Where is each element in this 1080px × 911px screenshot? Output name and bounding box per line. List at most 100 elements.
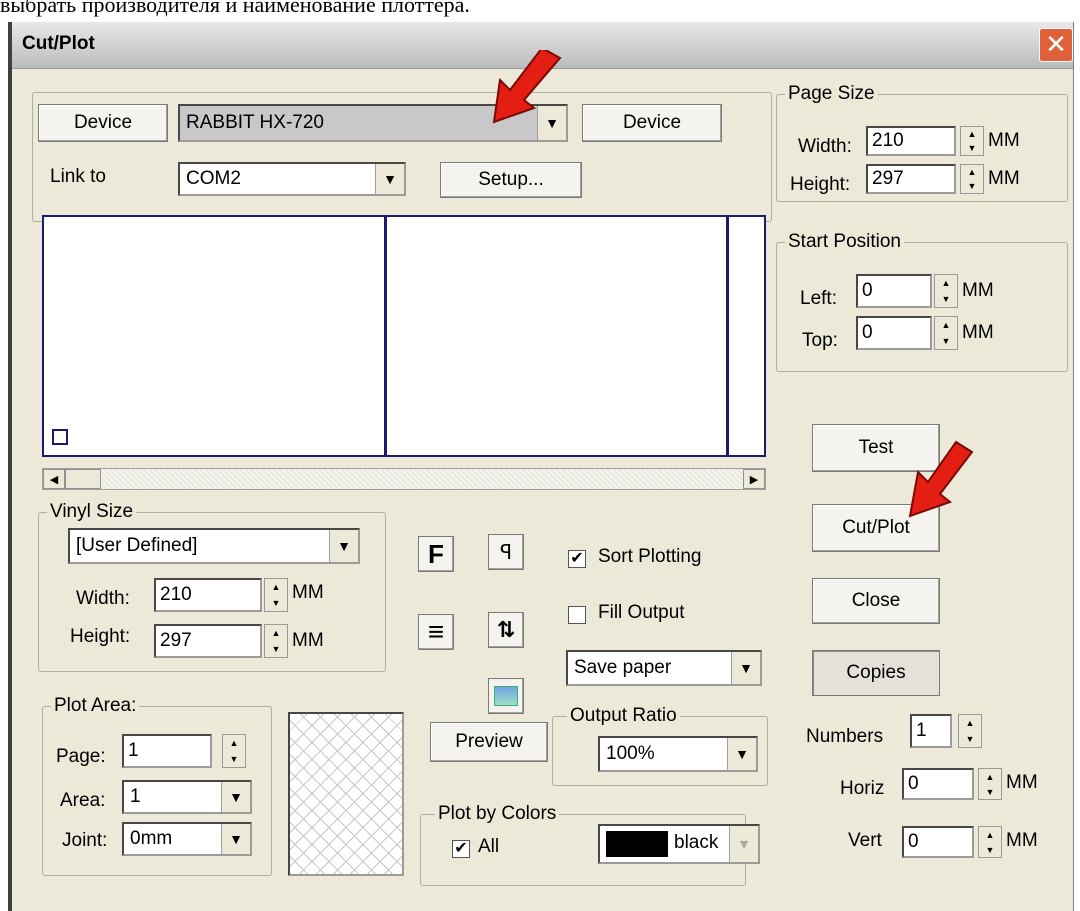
rotate-icon[interactable]: ⇅ [488, 612, 524, 648]
start-top-spinner[interactable]: ▲ ▼ [934, 316, 958, 350]
vinyl-height-input[interactable]: 297 [154, 624, 262, 658]
color-swatch [606, 831, 668, 857]
start-left-label: Left: [800, 288, 837, 309]
copies-button[interactable]: Copies [812, 650, 940, 696]
start-top-unit: MM [962, 322, 994, 343]
hatch-preview [288, 712, 404, 876]
chevron-down-icon[interactable]: ▼ [221, 782, 250, 812]
close-icon[interactable]: ✕ [1039, 28, 1073, 62]
preview-button[interactable]: Preview [430, 722, 548, 762]
page-width-spinner[interactable]: ▲ ▼ [960, 126, 984, 156]
start-left-spinner[interactable]: ▲ ▼ [934, 274, 958, 308]
origin-marker [52, 429, 68, 445]
vinyl-width-unit: MM [292, 582, 324, 603]
page-size-label: Page Size [785, 83, 878, 105]
sort-plotting-label: Sort Plotting [598, 546, 702, 567]
chevron-down-icon[interactable]: ▼ [729, 826, 758, 862]
port-select[interactable]: COM2 ▼ [178, 162, 406, 196]
joint-label: Joint: [62, 830, 108, 851]
horiz-spinner[interactable]: ▲ ▼ [978, 768, 1002, 800]
start-left-input[interactable]: 0 [856, 274, 932, 308]
page-width-input[interactable]: 210 [866, 126, 956, 156]
fill-output-checkbox[interactable] [568, 606, 586, 624]
area-value: 1 [130, 786, 141, 807]
layout-preview-canvas[interactable] [42, 215, 766, 457]
vert-input[interactable]: 0 [902, 826, 974, 858]
joint-value: 0mm [130, 828, 173, 849]
area-select[interactable]: 1 ▼ [122, 780, 252, 814]
numbers-input[interactable]: 1 [910, 714, 952, 748]
vinyl-size-label: Vinyl Size [47, 501, 137, 523]
page-height-input[interactable]: 297 [866, 164, 956, 194]
save-paper-select[interactable]: Save paper ▼ [566, 650, 762, 686]
page-width-label: Width: [798, 136, 852, 157]
vinyl-width-label: Width: [76, 588, 130, 609]
vinyl-preset-select[interactable]: [User Defined] ▼ [68, 528, 360, 564]
joint-select[interactable]: 0mm ▼ [122, 822, 252, 856]
caption-text: выбрать производителя и наименование пло… [0, 0, 470, 17]
image-icon[interactable] [488, 678, 524, 714]
all-colors-checkbox[interactable]: ✔ [452, 840, 470, 858]
plot-area-label: Plot Area: [51, 695, 140, 717]
scroll-right-icon[interactable]: ▶ [743, 469, 765, 489]
chevron-down-icon[interactable]: ▼ [329, 530, 358, 562]
horiz-unit: MM [1006, 772, 1038, 793]
start-top-input[interactable]: 0 [856, 316, 932, 350]
page-input[interactable]: 1 [122, 734, 212, 768]
output-ratio-select[interactable]: 100% ▼ [598, 736, 758, 772]
area-label: Area: [60, 790, 106, 811]
color-name: black [674, 832, 719, 853]
horiz-input[interactable]: 0 [902, 768, 974, 800]
annotation-arrow-icon [492, 50, 562, 124]
save-paper-value: Save paper [574, 657, 672, 678]
numbers-spinner[interactable]: ▲ ▼ [958, 714, 982, 748]
vinyl-height-label: Height: [70, 626, 131, 647]
setup-button[interactable]: Setup... [440, 162, 582, 198]
chevron-down-icon[interactable]: ▼ [375, 164, 404, 194]
page-divider [726, 217, 729, 455]
page-label: Page: [56, 746, 106, 767]
page-width-unit: MM [988, 130, 1020, 151]
vinyl-preset-value: [User Defined] [76, 535, 198, 556]
link-to-label: Link to [50, 166, 106, 187]
numbers-label: Numbers [806, 726, 884, 747]
page-height-unit: MM [988, 168, 1020, 189]
vinyl-width-spinner[interactable]: ▲ ▼ [264, 578, 288, 612]
color-select[interactable]: black ▼ [598, 824, 760, 864]
scroll-thumb[interactable] [65, 469, 101, 489]
vinyl-height-unit: MM [292, 630, 324, 651]
fill-output-label: Fill Output [598, 602, 685, 623]
start-position-label: Start Position [785, 231, 904, 253]
output-ratio-label: Output Ratio [567, 705, 680, 727]
annotation-arrow-icon [908, 440, 974, 518]
page-spinner[interactable]: ▲ ▼ [222, 734, 246, 768]
scroll-left-icon[interactable]: ◀ [43, 469, 65, 489]
close-button[interactable]: Close [812, 578, 940, 624]
dialog-title: Cut/Plot [22, 33, 95, 54]
device-button-left[interactable]: Device [38, 104, 168, 142]
chevron-down-icon[interactable]: ▼ [221, 824, 250, 854]
mirror-icon[interactable]: ꟼ [488, 534, 524, 570]
page-divider [384, 217, 387, 455]
align-icon[interactable]: ≡ [418, 614, 454, 650]
all-colors-label: All [478, 836, 500, 857]
chevron-down-icon[interactable]: ▼ [731, 652, 760, 684]
page-height-spinner[interactable]: ▲ ▼ [960, 164, 984, 194]
vert-unit: MM [1006, 830, 1038, 851]
vert-spinner[interactable]: ▲ ▼ [978, 826, 1002, 858]
vinyl-height-spinner[interactable]: ▲ ▼ [264, 624, 288, 658]
horiz-label: Horiz [840, 778, 885, 799]
device-button-right[interactable]: Device [582, 104, 722, 142]
start-left-unit: MM [962, 280, 994, 301]
page-height-label: Height: [790, 174, 851, 195]
output-ratio-value: 100% [606, 743, 655, 764]
port-value: COM2 [186, 168, 241, 189]
sort-plotting-checkbox[interactable]: ✔ [568, 550, 586, 568]
vert-label: Vert [848, 830, 882, 851]
horizontal-scrollbar[interactable]: ◀ ▶ [42, 468, 766, 490]
device-model-value: RABBIT HX-720 [186, 112, 324, 133]
chevron-down-icon[interactable]: ▼ [727, 738, 756, 770]
vinyl-width-input[interactable]: 210 [154, 578, 262, 612]
font-icon[interactable]: F [418, 536, 454, 572]
plot-by-colors-label: Plot by Colors [435, 803, 560, 825]
